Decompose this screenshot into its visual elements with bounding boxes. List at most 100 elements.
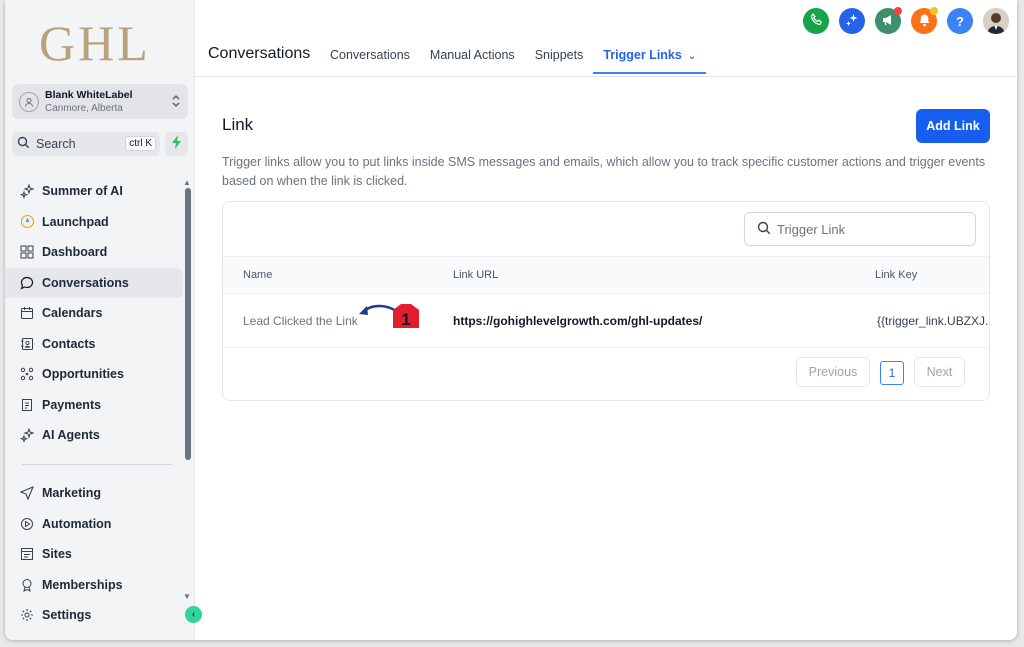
header-actions: ?: [793, 7, 1009, 34]
main-content: Link Add Link Trigger links allow you to…: [195, 77, 1017, 640]
sidebar-item-label: Settings: [42, 608, 92, 623]
sidebar-item-calendars[interactable]: Calendars: [5, 298, 183, 329]
sidebar-item-label: Launchpad: [42, 214, 109, 229]
sidebar-item-label: Calendars: [42, 306, 103, 321]
sidebar: GHL Blank WhiteLabel Canmore, Alberta Se…: [5, 0, 195, 640]
tab-snippets[interactable]: Snippets: [525, 40, 594, 74]
table-row[interactable]: Lead Clicked the Link https://gohighleve…: [223, 294, 989, 348]
sidebar-item-opportunities[interactable]: Opportunities: [5, 359, 183, 390]
chevron-updown-icon: [171, 94, 181, 113]
phone-icon: [810, 13, 823, 29]
previous-page-button[interactable]: Previous: [796, 357, 870, 387]
announcements-button[interactable]: [875, 7, 902, 34]
quick-actions-button[interactable]: [165, 132, 188, 156]
ai-assistant-button[interactable]: [839, 8, 865, 34]
sidebar-item-sites[interactable]: Sites: [5, 539, 183, 570]
page-title: Conversations: [208, 45, 311, 62]
sidebar-item-payments[interactable]: Payments: [5, 390, 183, 421]
tab-conversations[interactable]: Conversations: [320, 40, 420, 74]
bell-icon: [918, 13, 931, 30]
sidebar-item-ai-agents[interactable]: AI Agents: [5, 420, 183, 451]
sidebar-item-label: Summer of AI: [42, 184, 123, 199]
step-marker-annotation: 1: [359, 304, 419, 329]
account-name: Blank WhiteLabel: [45, 88, 133, 101]
search-icon: [17, 136, 30, 152]
sidebar-search[interactable]: Search ctrl K: [12, 132, 160, 156]
account-location: Canmore, Alberta: [45, 102, 123, 114]
sidebar-nav: Summer of AI Launchpad Dashboard Convers…: [5, 176, 183, 451]
add-link-button[interactable]: Add Link: [916, 109, 990, 143]
sidebar-item-label: Payments: [42, 397, 102, 412]
sidebar-item-label: Conversations: [42, 275, 129, 290]
sidebar-item-label: AI Agents: [42, 428, 100, 443]
tab-label: Trigger Links: [603, 48, 682, 62]
sidebar-item-launchpad[interactable]: Launchpad: [5, 207, 183, 238]
sidebar-item-summer-of-ai[interactable]: Summer of AI: [5, 176, 183, 207]
sidebar-item-settings[interactable]: Settings: [5, 600, 183, 631]
location-icon: [19, 91, 39, 112]
search-placeholder: Trigger Link: [777, 221, 846, 237]
chat-icon: [19, 275, 35, 291]
tab-label: Manual Actions: [429, 48, 515, 62]
megaphone-icon: [881, 13, 895, 30]
scroll-down-icon[interactable]: ▼: [183, 592, 191, 601]
sidebar-divider: [22, 464, 172, 465]
phone-button[interactable]: [803, 8, 829, 34]
sidebar-item-label: Opportunities: [42, 367, 124, 382]
award-icon: [19, 577, 35, 593]
contacts-icon: [19, 336, 35, 352]
chevron-down-icon: ⌄: [687, 51, 697, 62]
sidebar-item-label: Sites: [42, 547, 72, 562]
sidebar-scrollbar[interactable]: [185, 188, 191, 460]
sidebar-item-conversations[interactable]: Conversations: [5, 267, 183, 298]
sidebar-item-contacts[interactable]: Contacts: [5, 329, 183, 360]
pagination: Previous 1 Next: [223, 357, 989, 389]
cell-link-name[interactable]: Lead Clicked the Link: [243, 314, 358, 328]
logo: GHL: [39, 15, 151, 71]
payments-icon: [19, 397, 35, 413]
sidebar-item-memberships[interactable]: Memberships: [5, 570, 183, 601]
sidebar-item-automation[interactable]: Automation: [5, 509, 183, 540]
tab-trigger-links[interactable]: Trigger Links ⌄: [593, 40, 707, 74]
automation-icon: [19, 516, 35, 532]
column-header-url[interactable]: Link URL: [453, 269, 498, 281]
calendar-icon: [19, 305, 35, 321]
tab-label: Conversations: [330, 48, 410, 62]
opportunities-icon: [19, 366, 35, 382]
account-switcher[interactable]: Blank WhiteLabel Canmore, Alberta: [12, 84, 188, 119]
gear-icon: [19, 607, 35, 623]
table-header: Name Link URL Link Key: [223, 256, 989, 294]
column-header-key[interactable]: Link Key: [875, 269, 917, 281]
tab-manual-actions[interactable]: Manual Actions: [420, 40, 525, 74]
sidebar-item-marketing[interactable]: Marketing: [5, 478, 183, 509]
sparkle-icon: [19, 183, 35, 199]
help-button[interactable]: ?: [947, 8, 973, 34]
cell-link-url[interactable]: https://gohighlevelgrowth.com/ghl-update…: [453, 314, 702, 328]
notification-dot: [930, 7, 938, 15]
sidebar-item-label: Contacts: [42, 336, 96, 351]
column-header-name[interactable]: Name: [243, 269, 272, 281]
section-description: Trigger links allow you to put links ins…: [222, 155, 986, 188]
tab-label: Snippets: [534, 48, 584, 62]
sidebar-item-dashboard[interactable]: Dashboard: [5, 237, 183, 268]
help-icon: ?: [956, 13, 964, 29]
sparkle-icon: [845, 13, 859, 30]
search-shortcut: ctrl K: [125, 136, 156, 151]
header: Conversations Conversations Manual Actio…: [195, 0, 1017, 77]
sites-icon: [19, 546, 35, 562]
trigger-link-search-input[interactable]: Trigger Link: [744, 212, 976, 246]
sidebar-item-label: Marketing: [42, 486, 102, 501]
notifications-button[interactable]: [911, 7, 938, 34]
grid-icon: [19, 244, 35, 260]
rocket-icon: [19, 214, 35, 230]
page-number-button[interactable]: 1: [880, 361, 904, 385]
sidebar-item-label: Dashboard: [42, 245, 108, 260]
cell-link-key[interactable]: {{trigger_link.UBZXJ...: [877, 314, 989, 328]
sidebar-nav-secondary: Marketing Automation Sites Memberships S…: [5, 478, 183, 631]
avatar[interactable]: [983, 8, 1009, 34]
next-page-button[interactable]: Next: [914, 357, 965, 387]
scroll-up-icon[interactable]: ▲: [183, 178, 191, 187]
send-icon: [19, 485, 35, 501]
app-window: GHL Blank WhiteLabel Canmore, Alberta Se…: [5, 0, 1017, 640]
links-table-card: Trigger Link Name Link URL Link Key Lead…: [222, 201, 990, 401]
